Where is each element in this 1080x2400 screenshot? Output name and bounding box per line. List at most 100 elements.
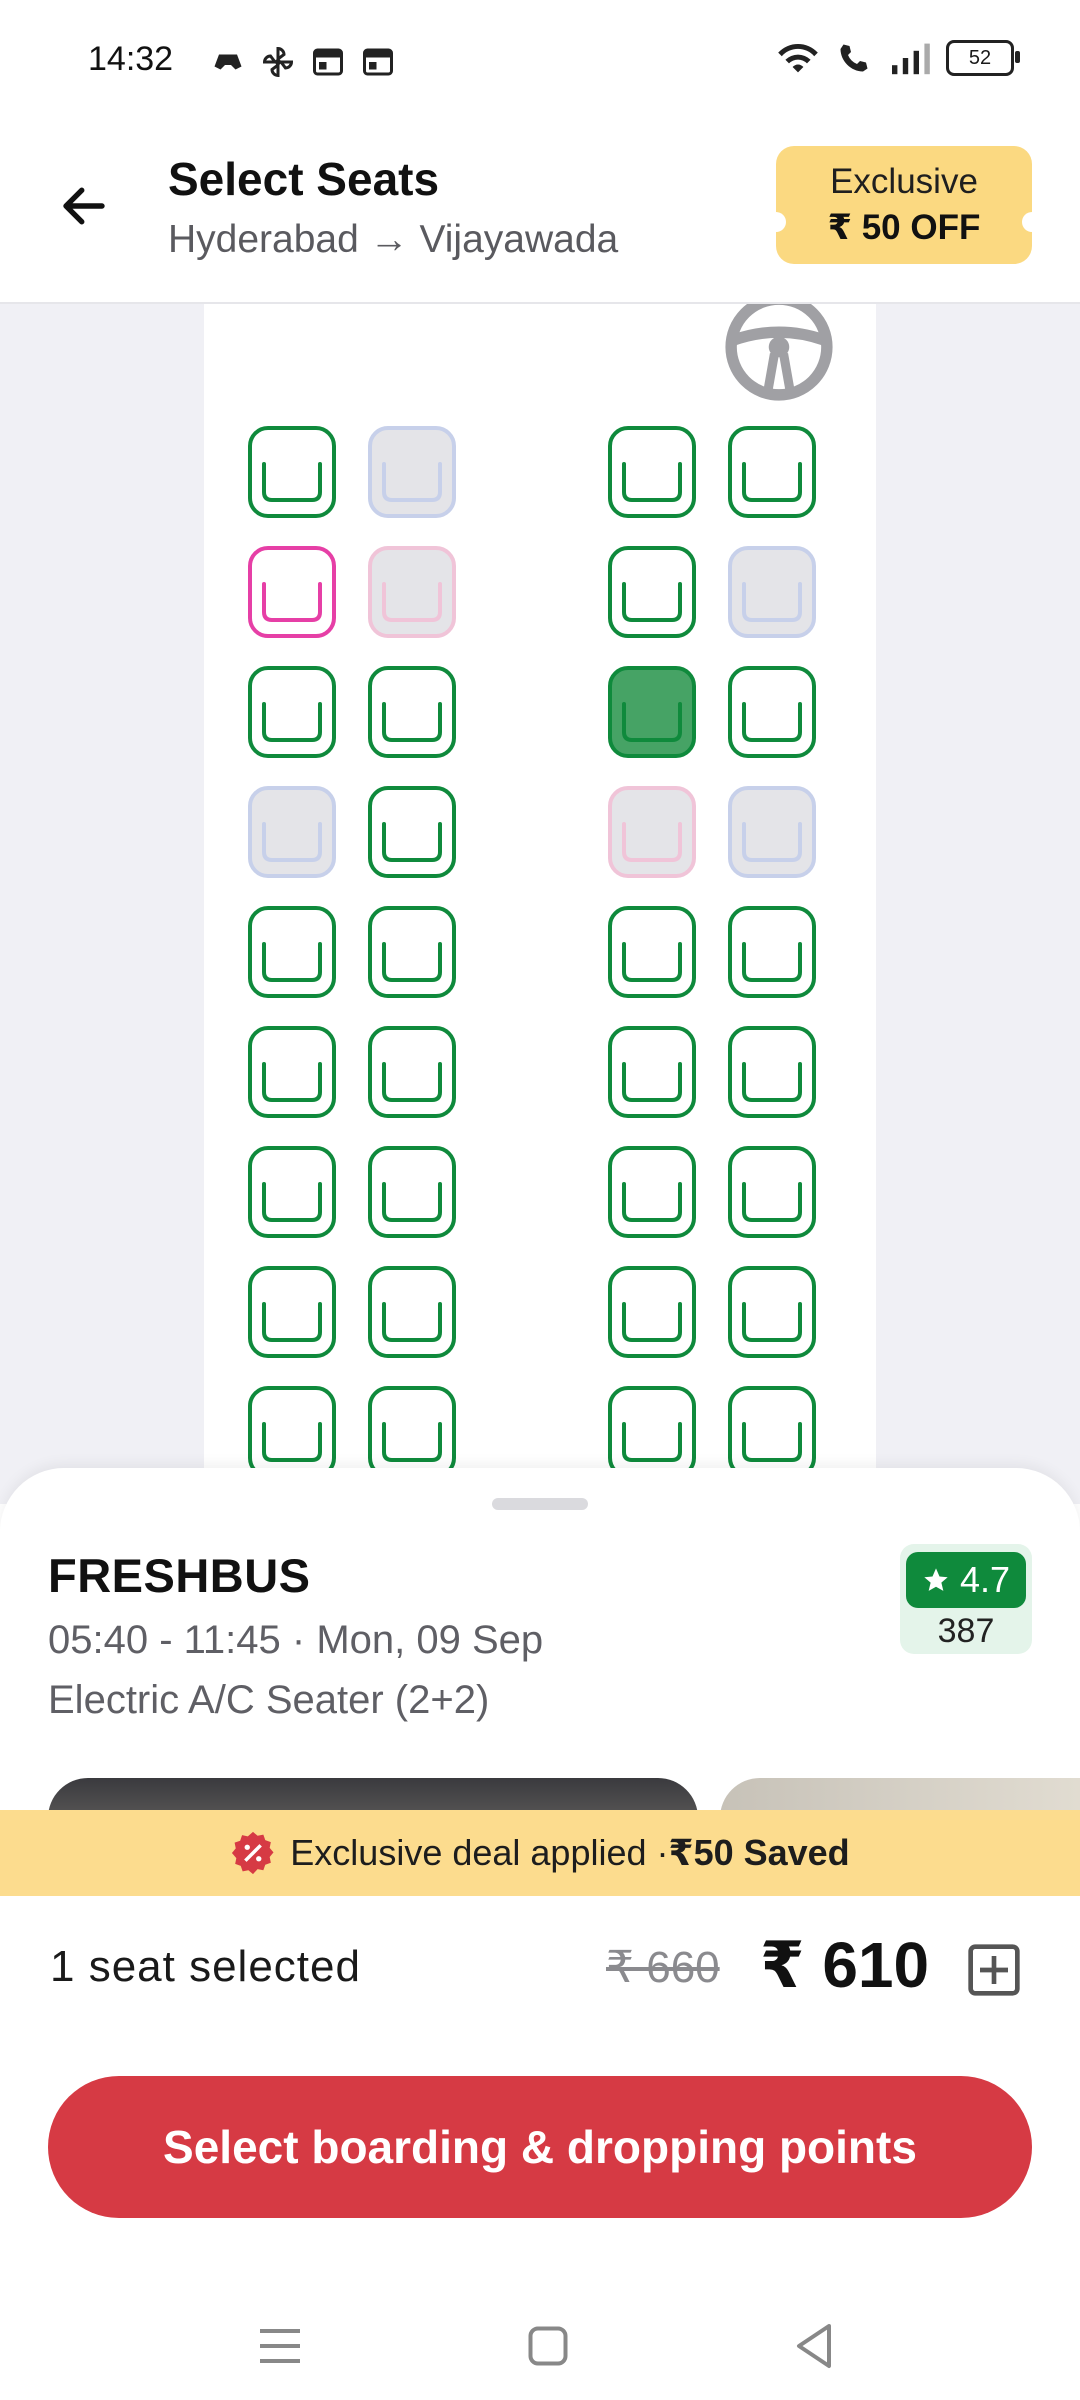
seat-icon [728, 906, 816, 998]
seat-available[interactable] [364, 1144, 460, 1240]
seat-booked[interactable] [364, 424, 460, 520]
star-icon [924, 1568, 948, 1591]
seat-available[interactable] [724, 1384, 820, 1480]
sheet-drag-handle[interactable] [492, 1498, 588, 1510]
seat-icon [608, 1026, 696, 1118]
seat-ladies[interactable] [244, 544, 340, 640]
seat-available[interactable] [604, 424, 700, 520]
seat-icon [248, 1266, 336, 1358]
seat-available[interactable] [244, 664, 340, 760]
seat-available[interactable] [604, 1264, 700, 1360]
seat-available[interactable] [244, 424, 340, 520]
seat-available[interactable] [364, 784, 460, 880]
battery-icon: 52 [946, 40, 1020, 76]
home-icon[interactable] [518, 2316, 578, 2376]
seat-booked[interactable] [724, 544, 820, 640]
plus-square-icon[interactable] [966, 1942, 1022, 1998]
bus-photo[interactable] [48, 1778, 698, 1810]
steering-wheel-icon [725, 304, 833, 401]
seat-available[interactable] [364, 1024, 460, 1120]
select-boarding-points-button[interactable]: Select boarding & dropping points [48, 2076, 1032, 2218]
seat-icon [608, 1386, 696, 1478]
seat-available[interactable] [604, 1024, 700, 1120]
journey-timing: 05:40 - 11:45 · Mon, 09 Sep [48, 1618, 544, 1662]
seat-icon [368, 1266, 456, 1358]
seat-icon [368, 546, 456, 638]
offer-amount: ₹ 50 OFF [827, 208, 981, 247]
seat-available[interactable] [244, 1024, 340, 1120]
seat-icon [368, 1146, 456, 1238]
seat-icon [728, 666, 816, 758]
seat-available[interactable] [604, 904, 700, 1000]
seat-icon [608, 666, 696, 758]
seats-selected-count: 1 seat selected [50, 1942, 361, 1991]
seat-icon [728, 786, 816, 878]
seat-icon [368, 906, 456, 998]
seat-available[interactable] [604, 544, 700, 640]
menu-icon[interactable] [250, 2316, 310, 2376]
bus-deck [204, 304, 876, 1504]
deal-text: Exclusive deal applied · [290, 1832, 669, 1873]
seat-icon [248, 426, 336, 518]
seat-map[interactable] [0, 304, 1080, 1504]
seat-available[interactable] [604, 1144, 700, 1240]
seat-available[interactable] [724, 664, 820, 760]
signal-icon [892, 43, 930, 75]
status-bar: 14:32 52 [0, 0, 1080, 126]
offer-label: Exclusive [830, 162, 978, 201]
seat-selected[interactable] [604, 664, 700, 760]
seat-booked[interactable] [244, 784, 340, 880]
selection-summary: 1 seat selected ₹ 660 ₹ 610 [0, 1898, 1080, 2028]
seat-available[interactable] [724, 1024, 820, 1120]
seat-icon [728, 1266, 816, 1358]
seat-available[interactable] [724, 1144, 820, 1240]
seat-icon [368, 666, 456, 758]
seat-available[interactable] [244, 1144, 340, 1240]
bus-details-sheet: FRESHBUS 05:40 - 11:45 · Mon, 09 Sep Ele… [0, 1468, 1080, 2400]
seat-available[interactable] [724, 1264, 820, 1360]
exclusive-offer-badge[interactable]: Exclusive ₹ 50 OFF [766, 146, 1042, 264]
original-price: ₹ 660 [606, 1943, 720, 1992]
seat-booked[interactable] [724, 784, 820, 880]
back-button[interactable] [52, 174, 116, 238]
rating-score: 4.7 [906, 1552, 1026, 1608]
notification-icons [210, 44, 396, 80]
wifi-icon [778, 43, 818, 73]
page-title: Select Seats [168, 153, 440, 205]
bus-photo[interactable] [720, 1778, 1080, 1810]
seat-icon [248, 1026, 336, 1118]
seat-icon [248, 906, 336, 998]
back-nav-icon[interactable] [784, 2316, 844, 2376]
seat-icon [608, 1266, 696, 1358]
seat-available[interactable] [364, 1384, 460, 1480]
route-subtitle: Hyderabad → Vijayawada [168, 218, 619, 261]
operator-name: FRESHBUS [48, 1549, 311, 1602]
rating-value: 4.7 [959, 1559, 1011, 1600]
seat-booked-ladies[interactable] [364, 544, 460, 640]
seat-icon [368, 1026, 456, 1118]
seat-available[interactable] [724, 424, 820, 520]
seat-available[interactable] [724, 904, 820, 1000]
seat-icon [368, 426, 456, 518]
seat-booked-ladies[interactable] [604, 784, 700, 880]
seat-available[interactable] [244, 1264, 340, 1360]
seat-icon [608, 426, 696, 518]
system-icons: 52 [776, 40, 1020, 76]
seat-available[interactable] [364, 904, 460, 1000]
seat-available[interactable] [604, 1384, 700, 1480]
wifi-call-icon [840, 44, 868, 72]
bus-type: Electric A/C Seater (2+2) [48, 1678, 490, 1722]
rating-badge[interactable]: 4.7 387 [900, 1544, 1032, 1654]
seat-available[interactable] [244, 904, 340, 1000]
seat-icon [608, 786, 696, 878]
seat-available[interactable] [364, 664, 460, 760]
rating-count: 387 [937, 1612, 995, 1650]
seat-icon [248, 1386, 336, 1478]
pinwheel-icon [262, 46, 294, 78]
seat-icon [728, 1026, 816, 1118]
status-time: 14:32 [88, 40, 174, 78]
bus-photos[interactable] [0, 1778, 1080, 1810]
deal-banner: Exclusive deal applied · ₹50 Saved [0, 1810, 1080, 1896]
seat-available[interactable] [364, 1264, 460, 1360]
seat-available[interactable] [244, 1384, 340, 1480]
